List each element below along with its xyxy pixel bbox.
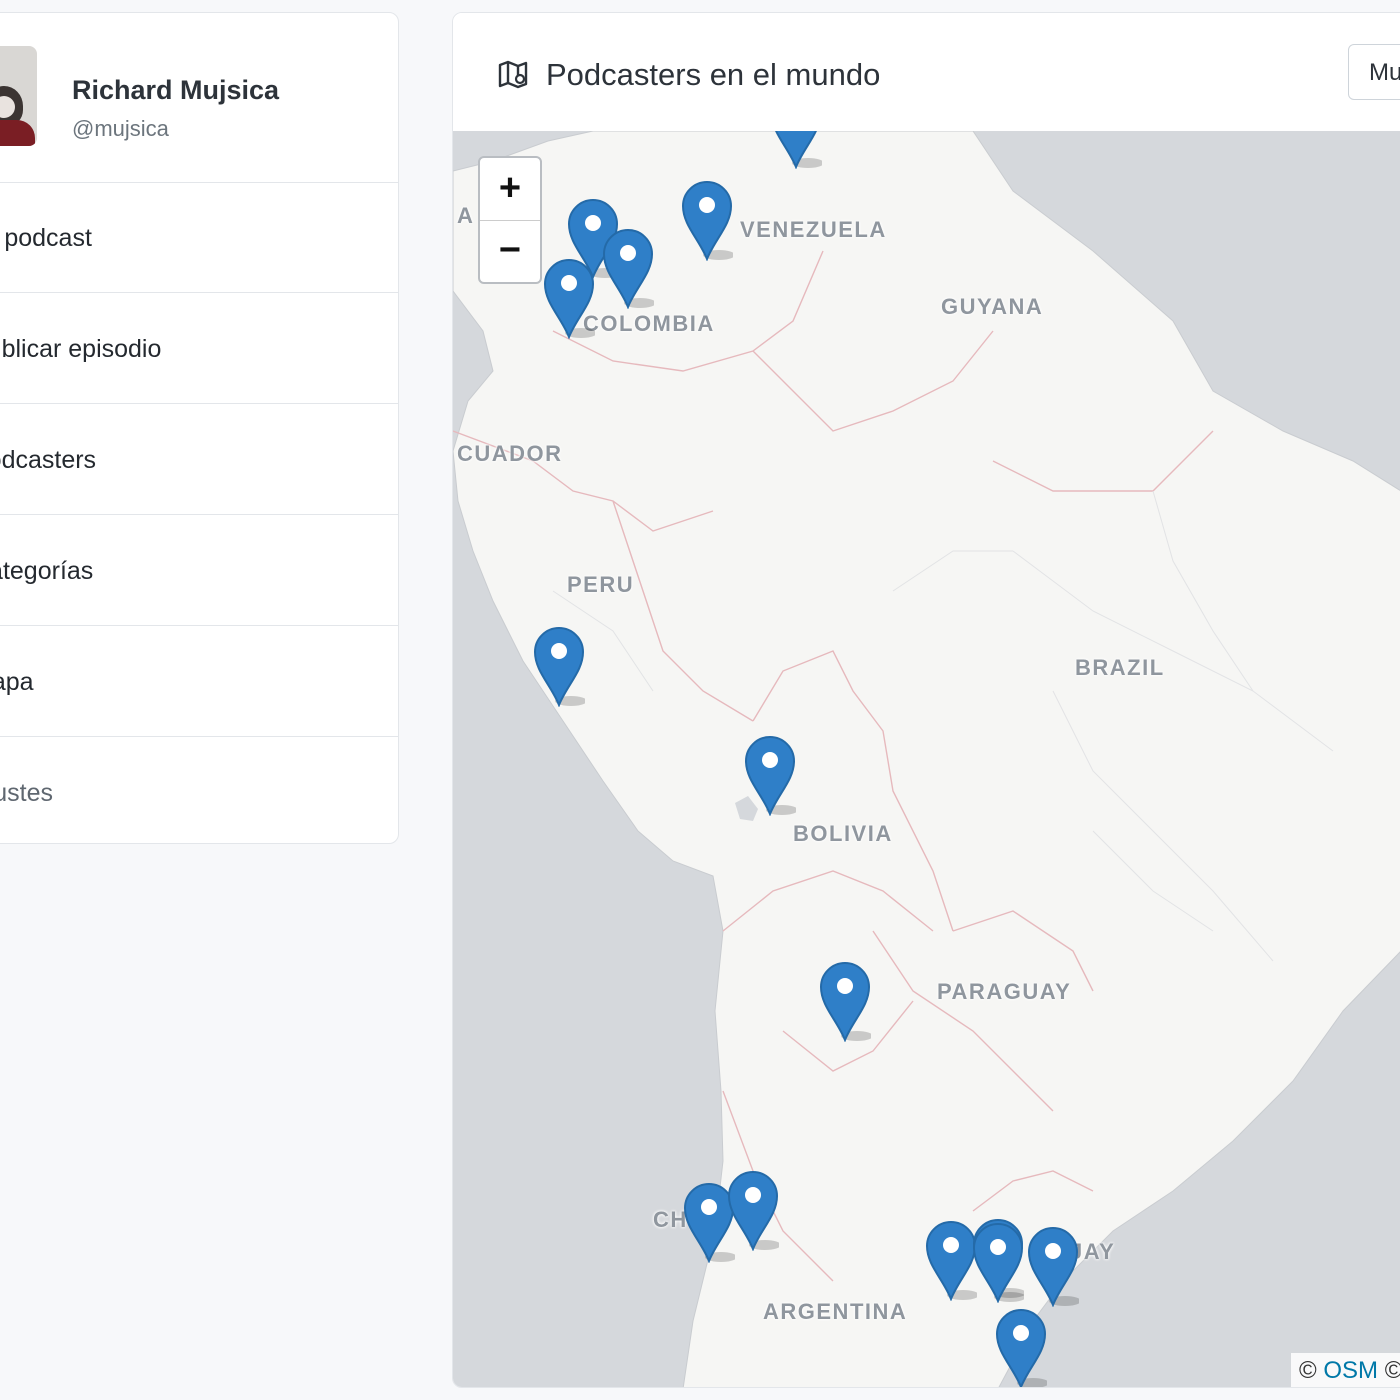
podcaster-location-marker[interactable] <box>602 227 654 309</box>
country-label-argentina: ARGENTINA <box>763 1299 908 1324</box>
podcaster-location-marker[interactable] <box>543 257 595 339</box>
user-name: Richard Mujsica <box>72 75 280 105</box>
country-label-colombia: COLOMBIA <box>583 311 715 336</box>
zoom-out-button[interactable]: − <box>480 220 540 282</box>
menu-item-label: Ajustes <box>0 779 53 807</box>
menu-item-label: Publicar episodio <box>0 335 162 363</box>
podcaster-location-marker[interactable] <box>533 625 585 707</box>
podcaster-location-marker[interactable] <box>1027 1225 1079 1307</box>
avatar[interactable] <box>0 46 37 146</box>
podcaster-location-marker[interactable] <box>819 960 871 1042</box>
menu-item-label: Podcasters <box>0 446 97 474</box>
country-label-fragment: A <box>457 203 475 228</box>
map-card-header: Podcasters en el mundo Mu <box>453 13 1400 131</box>
menu-item-categorias[interactable]: Categorías <box>0 515 398 626</box>
scope-select-value: Mu <box>1369 59 1400 86</box>
country-label-ecuador: CUADOR <box>457 441 563 466</box>
attribution-suffix: © <box>1378 1357 1400 1384</box>
podcaster-location-marker[interactable] <box>925 1219 977 1301</box>
menu-item-mi-podcast[interactable]: Mi podcast <box>0 182 398 293</box>
profile-header: Richard Mujsica @mujsica <box>0 13 398 183</box>
country-label-brazil: BRAZIL <box>1075 655 1165 680</box>
country-label-bolivia: BOLIVIA <box>793 821 893 846</box>
map-title: Podcasters en el mundo <box>546 57 881 92</box>
zoom-control: + − <box>478 156 542 284</box>
podcaster-location-marker[interactable] <box>972 1221 1024 1303</box>
attribution-prefix: © <box>1299 1357 1324 1384</box>
map-canvas[interactable]: VENEZUELA COLOMBIA GUYANA CUADOR A PERU … <box>453 131 1400 1388</box>
menu-item-publicar-episodio[interactable]: Publicar episodio <box>0 293 398 404</box>
map-attribution: © OSM © <box>1291 1353 1400 1387</box>
menu-item-podcasters[interactable]: Podcasters <box>0 404 398 515</box>
country-label-paraguay: PARAGUAY <box>937 979 1072 1004</box>
zoom-in-button[interactable]: + <box>480 158 540 221</box>
country-label-guyana: GUYANA <box>941 294 1044 319</box>
menu-item-label: Mi podcast <box>0 224 92 252</box>
podcaster-location-marker[interactable] <box>770 131 822 169</box>
map-icon <box>498 60 528 89</box>
user-handle: @mujsica <box>72 116 169 141</box>
osm-link[interactable]: OSM <box>1323 1357 1378 1384</box>
podcaster-location-marker[interactable] <box>727 1169 779 1251</box>
podcaster-location-marker[interactable] <box>681 179 733 261</box>
menu-item-ajustes[interactable]: Ajustes <box>0 737 398 843</box>
podcaster-location-marker[interactable] <box>995 1307 1047 1388</box>
country-label-peru: PERU <box>567 572 635 597</box>
country-label-venezuela: VENEZUELA <box>740 217 887 242</box>
profile-sidebar: Richard Mujsica @mujsica Mi podcast Publ… <box>0 12 399 844</box>
menu-item-label: Mapa <box>0 668 34 696</box>
map-card: Podcasters en el mundo Mu VENEZUELA COLO… <box>452 12 1400 1388</box>
menu-item-mapa[interactable]: Mapa <box>0 626 398 737</box>
menu-item-label: Categorías <box>0 557 94 585</box>
podcaster-location-marker[interactable] <box>744 734 796 816</box>
scope-select[interactable]: Mu <box>1348 44 1400 100</box>
